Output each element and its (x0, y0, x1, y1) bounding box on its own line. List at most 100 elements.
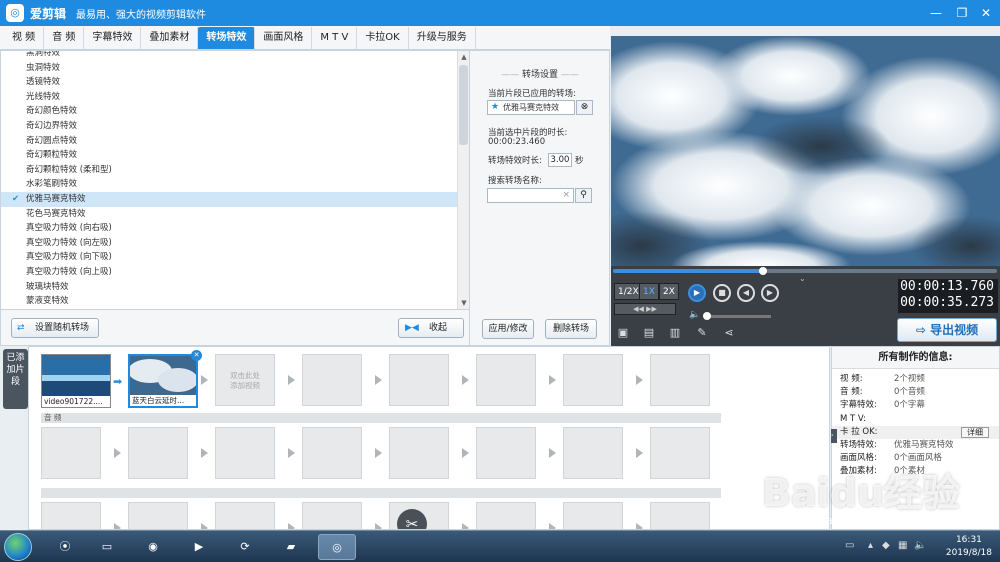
keyboard-icon[interactable]: ▭ (845, 540, 854, 551)
network-icon[interactable]: ▦ (898, 540, 907, 551)
random-transition-button[interactable]: ⇄ 设置随机转场 (11, 318, 99, 338)
speed-2x-button[interactable]: 2X (659, 283, 679, 300)
transition-duration-input[interactable]: 3.00 (548, 153, 572, 167)
stop-icon[interactable]: ■ (713, 284, 731, 302)
timeline-slot[interactable] (563, 354, 623, 406)
timeline-slot[interactable] (476, 502, 536, 529)
effect-list-item[interactable]: 奇幻边界特效 (1, 119, 469, 134)
collapse-button[interactable]: ▶◀ 收起 (398, 318, 464, 338)
effect-list-item[interactable]: 真空吸力特效 (向左吸) (1, 236, 469, 251)
timeline-slot[interactable] (215, 427, 275, 479)
effect-list-item[interactable]: 虫洞特效 (1, 61, 469, 76)
scroll-up-icon[interactable]: ▲ (458, 51, 469, 63)
tab-video[interactable]: 视 频 (4, 27, 45, 49)
search-transition-input[interactable]: × (487, 188, 574, 203)
add-video-slot[interactable]: 双击此处 添加视频 (215, 354, 275, 406)
tab-mtv[interactable]: M T V (312, 27, 358, 49)
effect-list-item[interactable]: 真空吸力特效 (向右吸) (1, 221, 469, 236)
clip-video-2[interactable]: 蓝天白云延时... ✕ (128, 350, 202, 408)
edit-icon[interactable]: ✎ (694, 326, 710, 340)
green-app-icon[interactable]: ⟳ (226, 534, 264, 560)
clear-search-icon[interactable]: × (562, 190, 570, 200)
video-preview[interactable] (611, 36, 1000, 266)
effect-list-item[interactable]: 奇幻圆点特效 (1, 134, 469, 149)
tab-picture-style[interactable]: 画面风格 (255, 27, 313, 49)
timeline-slot[interactable] (128, 502, 188, 529)
new-project-icon[interactable]: ▣ (615, 326, 631, 340)
playback-progress-bar[interactable] (613, 267, 997, 275)
effect-list-item[interactable]: 真空吸力特效 (向下吸) (1, 250, 469, 265)
added-clips-tab[interactable]: 已添加片段 (3, 349, 28, 409)
volume-tray-icon[interactable]: 🔈 (914, 540, 926, 551)
timeline-slot[interactable] (563, 427, 623, 479)
aijianji-taskbar-icon[interactable]: ◎ (318, 534, 356, 560)
remove-clip-icon[interactable]: ✕ (191, 350, 202, 361)
delete-transition-button[interactable]: 删除转场 (545, 319, 597, 339)
prev-frame-icon[interactable]: ◀ (737, 284, 755, 302)
tab-overlay[interactable]: 叠加素材 (141, 27, 199, 49)
volume-knob[interactable] (703, 312, 711, 320)
effect-list-item[interactable]: ✔ 优雅马赛克特效 (1, 191, 469, 207)
search-icon[interactable]: ⚲ (575, 188, 592, 203)
detail-button[interactable]: 详细 (961, 426, 989, 438)
frame-step-buttons[interactable]: ◀◀ ▶▶ (614, 303, 676, 315)
open-folder-icon[interactable]: ▤ (641, 326, 657, 340)
timeline-slot[interactable] (41, 427, 101, 479)
file-explorer-icon[interactable]: ▭ (88, 534, 126, 560)
video-app-icon[interactable]: ▶ (180, 534, 218, 560)
remove-transition-icon[interactable]: ⊗ (576, 100, 593, 115)
expand-chevron-icon[interactable]: ⌄ (799, 274, 806, 283)
save-icon[interactable]: ▥ (667, 326, 683, 340)
timeline-slot[interactable] (302, 427, 362, 479)
firefox-icon[interactable]: ◉ (134, 534, 172, 560)
list-scrollbar[interactable]: ▲ ▼ (457, 51, 469, 309)
timeline-slot[interactable] (41, 502, 101, 529)
scroll-thumb[interactable] (459, 65, 468, 145)
apply-transition-button[interactable]: 应用/修改 (482, 319, 534, 339)
timeline-slot[interactable] (302, 354, 362, 406)
export-video-button[interactable]: ⇨ 导出视频 (897, 318, 997, 342)
tab-transitions[interactable]: 转场特效 (198, 27, 256, 49)
media-player-icon[interactable]: ⦿ (46, 534, 84, 560)
effect-list-item[interactable]: 花色马赛克特效 (1, 207, 469, 222)
effect-list-item[interactable]: 蒙液变特效 (1, 294, 469, 309)
taskbar-clock[interactable]: 16:31 2019/8/18 (946, 534, 992, 560)
effect-list-item[interactable]: 透镜特效 (1, 75, 469, 90)
effect-list-item[interactable]: 黑洞特效 (1, 51, 469, 61)
play-pause-icon[interactable]: ▶ (688, 284, 706, 302)
effect-list-item[interactable]: 奇幻颜色特效 (1, 104, 469, 119)
tab-upgrade[interactable]: 升级与服务 (409, 27, 476, 49)
panel-toggle-icon[interactable]: › (831, 429, 837, 443)
effect-list-item[interactable]: 奇幻颗粒特效 (1, 148, 469, 163)
timeline-slot[interactable] (563, 502, 623, 529)
progress-knob[interactable] (758, 267, 767, 275)
effect-list-item[interactable]: 光线特效 (1, 90, 469, 105)
close-icon[interactable]: ✕ (972, 0, 1000, 26)
notes-app-icon[interactable]: ▰ (272, 534, 310, 560)
timeline-slot[interactable] (302, 502, 362, 529)
tray-expand-icon[interactable]: ▴ (868, 540, 873, 551)
effect-list-item[interactable]: 水彩笔刷特效 (1, 177, 469, 192)
timeline-slot[interactable] (650, 502, 710, 529)
scroll-down-icon[interactable]: ▼ (458, 297, 469, 309)
effect-list-item[interactable]: 奇幻颗粒特效 (柔和型) (1, 163, 469, 178)
start-button-icon[interactable] (4, 533, 32, 561)
timeline-slot[interactable] (650, 354, 710, 406)
volume-slider[interactable] (703, 312, 771, 320)
effect-list-item[interactable]: 玻璃块特效 (1, 280, 469, 295)
share-icon[interactable]: ⋖ (721, 326, 737, 340)
timeline-slot[interactable] (476, 354, 536, 406)
next-frame-icon[interactable]: ▶ (761, 284, 779, 302)
timeline-slot[interactable] (476, 427, 536, 479)
volume-icon[interactable]: 🔈 (689, 310, 700, 320)
timeline-slot[interactable] (215, 502, 275, 529)
tab-karaoke[interactable]: 卡拉OK (357, 27, 409, 49)
tray-app-icon[interactable]: ◆ (882, 540, 890, 551)
effect-list-item[interactable]: 真空吸力特效 (向上吸) (1, 265, 469, 280)
tab-subtitle-effects[interactable]: 字幕特效 (84, 27, 142, 49)
timeline-slot[interactable] (128, 427, 188, 479)
tab-audio[interactable]: 音 频 (44, 27, 85, 49)
minimize-icon[interactable]: — (922, 0, 950, 26)
timeline-slot[interactable] (389, 354, 449, 406)
timeline-slot[interactable] (650, 427, 710, 479)
